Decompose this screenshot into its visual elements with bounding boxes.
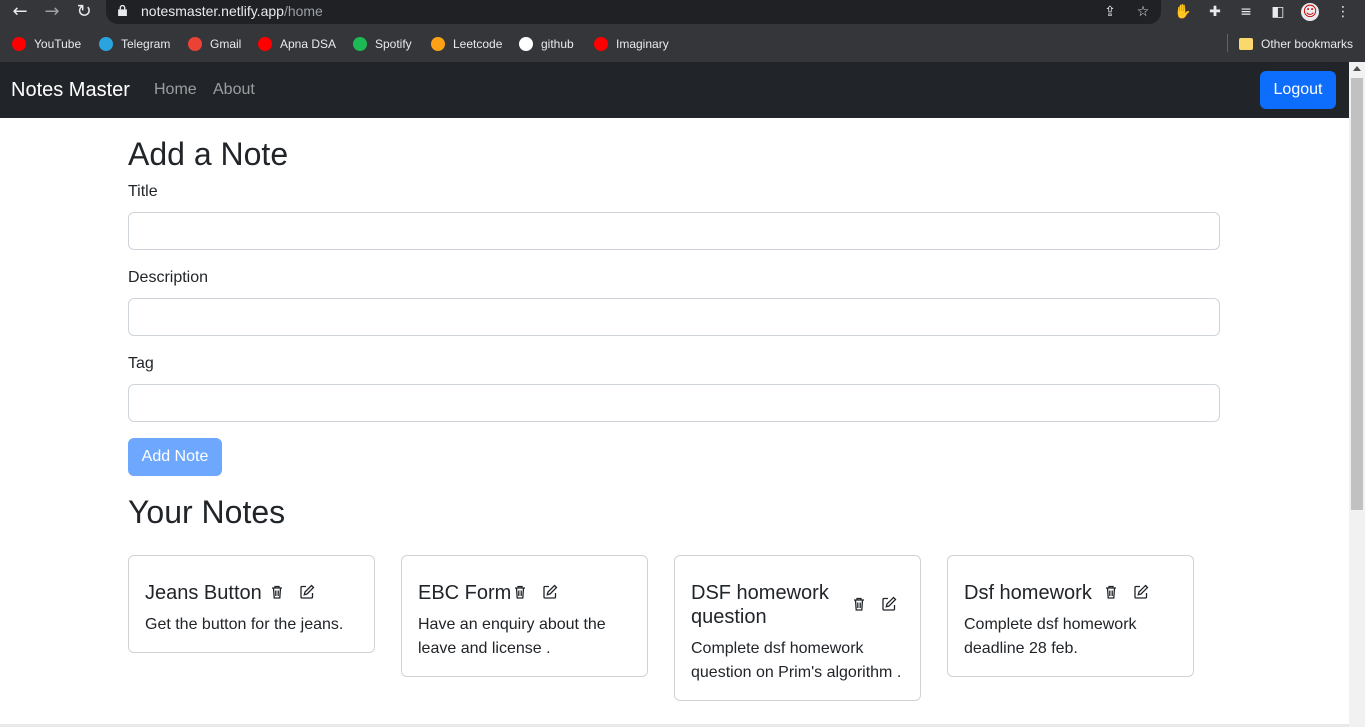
note-card: Dsf homework Complete dsf homework deadl…: [947, 555, 1194, 677]
note-title-line: DSF homework: [691, 582, 829, 604]
your-notes-heading: Your Notes: [128, 494, 286, 530]
gmail-icon: [188, 37, 202, 51]
description-input[interactable]: [128, 298, 1220, 336]
note-description-line: leave and license .: [418, 640, 551, 657]
other-bookmarks[interactable]: Other bookmarks: [1239, 35, 1353, 53]
description-label: Description: [128, 269, 209, 286]
trash-icon[interactable]: [512, 584, 528, 600]
title-label: Title: [128, 183, 158, 200]
note-description-line: Complete dsf homework: [691, 640, 864, 657]
telegram-icon: [99, 37, 113, 51]
apna-dsa-icon: [258, 37, 272, 51]
extension-stop-icon[interactable]: ✋: [1174, 3, 1192, 21]
note-description: Get the button for the jeans.: [145, 616, 344, 633]
address-bar-row: ← → ↻ notesmaster.netlify.app/home ⇪ ☆ ✋…: [0, 0, 1365, 24]
sidepanel-icon[interactable]: ◧: [1269, 3, 1287, 21]
add-note-heading: Add a Note: [128, 136, 289, 172]
add-note-button[interactable]: Add Note: [128, 438, 222, 476]
youtube-icon: [12, 37, 26, 51]
bookmark-apna-dsa[interactable]: Apna DSA: [258, 35, 336, 53]
note-card: Jeans Button Get the button for the jean…: [128, 555, 375, 653]
folder-icon: [1239, 38, 1253, 50]
avatar[interactable]: ☺: [1301, 3, 1319, 21]
nav-about[interactable]: About: [213, 81, 255, 99]
note-description-line: question on Prim's algorithm .: [691, 664, 902, 681]
scroll-up-icon[interactable]: [1353, 66, 1361, 71]
app-navbar: Notes Master Home About Logout: [0, 62, 1349, 118]
forward-icon[interactable]: →: [42, 2, 62, 22]
logout-button[interactable]: Logout: [1260, 71, 1336, 109]
scroll-thumb[interactable]: [1351, 78, 1363, 510]
bookmark-gmail[interactable]: Gmail: [188, 35, 241, 53]
imaginary-icon: [594, 37, 608, 51]
note-description-line: Have an enquiry about the: [418, 616, 606, 633]
edit-icon[interactable]: [542, 584, 558, 600]
media-icon[interactable]: ≡: [1237, 3, 1255, 21]
note-card: EBC Form Have an enquiry about the leave…: [401, 555, 648, 677]
bookmarks-bar: YouTube Telegram Gmail Apna DSA Spotify Leetc…: [0, 30, 1365, 58]
note-description-line: Complete dsf homework: [964, 616, 1137, 633]
puzzle-icon[interactable]: ✚: [1206, 3, 1224, 21]
tag-input[interactable]: [128, 384, 1220, 422]
menu-icon[interactable]: ⋮: [1334, 3, 1352, 21]
title-input[interactable]: [128, 212, 1220, 250]
brand[interactable]: Notes Master: [11, 79, 130, 102]
nav-home[interactable]: Home: [154, 81, 197, 99]
bookmark-leetcode[interactable]: Leetcode: [431, 35, 502, 53]
browser-chrome: ← → ↻ notesmaster.netlify.app/home ⇪ ☆ ✋…: [0, 0, 1365, 62]
spotify-icon: [353, 37, 367, 51]
trash-icon[interactable]: [269, 584, 285, 600]
edit-icon[interactable]: [881, 596, 897, 612]
back-icon[interactable]: ←: [10, 2, 30, 22]
bookmarks-separator: [1227, 34, 1228, 52]
bookmark-github[interactable]: github: [519, 35, 574, 53]
note-description-line: deadline 28 feb.: [964, 640, 1078, 657]
bookmark-imaginary[interactable]: Imaginary: [594, 35, 669, 53]
note-title-line: question: [691, 606, 767, 628]
note-card: DSF homework question Complete dsf homew…: [674, 555, 921, 701]
github-icon: [519, 37, 533, 51]
bookmark-telegram[interactable]: Telegram: [99, 35, 170, 53]
edit-icon[interactable]: [1133, 584, 1149, 600]
edit-icon[interactable]: [299, 584, 315, 600]
trash-icon[interactable]: [1103, 584, 1119, 600]
note-title: EBC Form: [418, 582, 512, 604]
bookmark-spotify[interactable]: Spotify: [353, 35, 412, 53]
reload-icon[interactable]: ↻: [74, 2, 94, 22]
omnibox[interactable]: notesmaster.netlify.app/home ⇪ ☆: [106, 0, 1161, 24]
star-icon[interactable]: ☆: [1134, 3, 1152, 21]
url-text: notesmaster.netlify.app/home: [141, 3, 323, 19]
trash-icon[interactable]: [851, 596, 867, 612]
scrollbar[interactable]: [1349, 62, 1365, 727]
note-title: Jeans Button: [145, 582, 262, 604]
leetcode-icon: [431, 37, 445, 51]
tag-label: Tag: [128, 355, 154, 372]
lock-icon: [118, 5, 127, 16]
bookmark-youtube[interactable]: YouTube: [12, 35, 81, 53]
share-icon[interactable]: ⇪: [1101, 3, 1119, 21]
note-title: Dsf homework: [964, 582, 1092, 604]
